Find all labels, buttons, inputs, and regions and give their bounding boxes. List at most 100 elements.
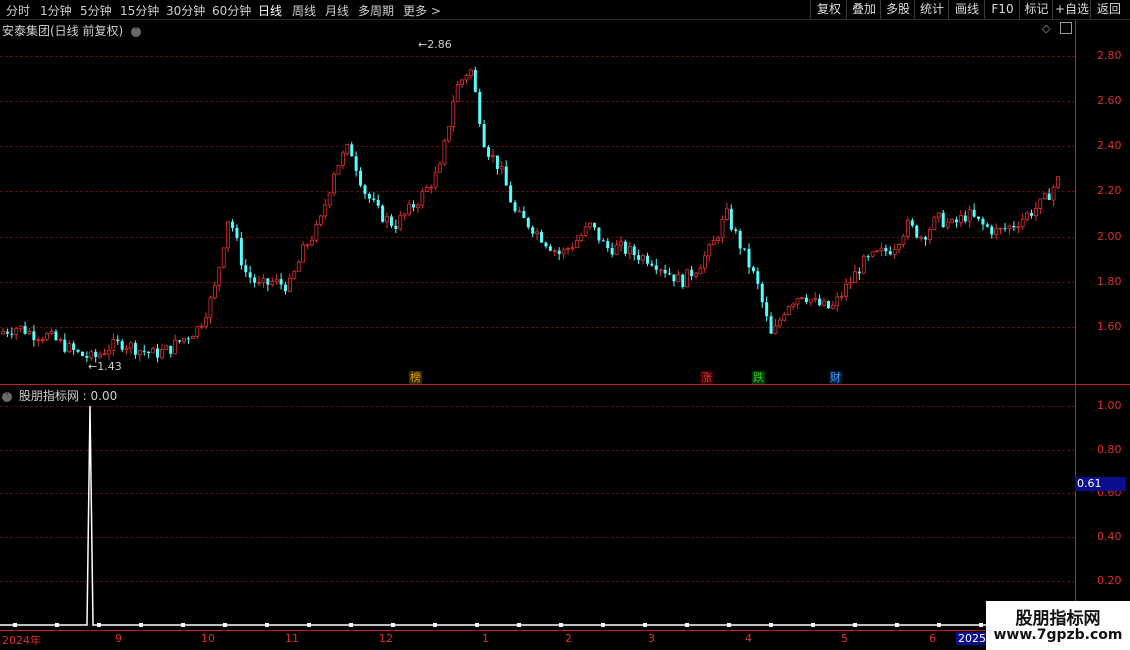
candle-body [1034, 208, 1038, 217]
marker-rank[interactable]: 榜 [409, 371, 422, 384]
candle-body [1007, 225, 1012, 230]
candle-body [588, 222, 592, 228]
candle-body [561, 249, 566, 255]
indicator-dot [349, 623, 353, 627]
mark-button[interactable]: 标记 [1019, 0, 1053, 19]
indicator-axis [1075, 385, 1130, 630]
period-tab-1min[interactable]: 1分钟 [40, 2, 72, 19]
more-menu[interactable]: 更多 > [403, 2, 441, 19]
candle-body [394, 225, 398, 229]
indicator-dot [811, 623, 815, 627]
candle-body [446, 126, 451, 142]
candle-body [526, 217, 530, 228]
candle-body [288, 277, 292, 292]
candle-body [487, 147, 491, 157]
f10-button[interactable]: F10 [984, 0, 1020, 19]
add-watchlist-button[interactable]: +自选 [1052, 0, 1091, 19]
candle-body [345, 144, 350, 154]
candle-body [786, 305, 791, 315]
candle-body [751, 267, 755, 272]
candle-body [627, 246, 632, 255]
candle-body [906, 220, 910, 237]
candle-body [645, 255, 649, 264]
candle-body [217, 266, 222, 286]
period-tab-60min[interactable]: 60分钟 [212, 2, 251, 19]
period-tab-multi[interactable]: 多周期 [358, 2, 394, 19]
candle-body [1051, 186, 1056, 201]
candle-body [499, 166, 504, 170]
candle-body [504, 166, 508, 186]
candle-body [690, 269, 694, 277]
candle-body [681, 274, 685, 287]
watermark-url: www.7gpzb.com [993, 627, 1123, 643]
indicator-tick: 0.20 [1097, 574, 1122, 587]
candle-body [420, 190, 425, 206]
marker-fall[interactable]: 跌 [752, 371, 765, 384]
candle-body [954, 219, 958, 223]
candle-body [826, 301, 830, 309]
candle-body [857, 271, 861, 274]
indicator-dot [895, 623, 899, 627]
date-label: 6 [929, 632, 936, 645]
candle-body [707, 244, 712, 257]
period-tab-monthly[interactable]: 月线 [325, 2, 349, 19]
period-tab-30min[interactable]: 30分钟 [166, 2, 205, 19]
candle-body [760, 283, 764, 303]
candle-body [296, 261, 301, 272]
candle-body [685, 269, 690, 288]
period-tab-daily[interactable]: 日线 [258, 2, 282, 19]
candle-body [160, 349, 164, 359]
candle-body [734, 229, 738, 232]
candle-body [782, 314, 787, 321]
adjust-button[interactable]: 复权 [810, 0, 847, 19]
candle-body [473, 69, 477, 92]
candle-body [186, 338, 190, 340]
candle-body [919, 236, 924, 239]
marker-finance[interactable]: 财 [829, 371, 842, 384]
candle-body [85, 356, 89, 358]
candle-body [958, 215, 963, 223]
indicator-dot [769, 623, 773, 627]
candle-body [601, 240, 605, 242]
marker-rise[interactable]: 涨 [700, 371, 713, 384]
candle-body [853, 271, 857, 283]
watermark-title: 股朋指标网 [1015, 609, 1101, 629]
price-tick: 2.60 [1097, 94, 1122, 107]
candle-body [455, 84, 460, 103]
multi-stock-button[interactable]: 多股 [880, 0, 915, 19]
price-tick: 2.20 [1097, 184, 1122, 197]
back-button[interactable]: 返回 [1090, 0, 1127, 19]
candle-body [14, 328, 19, 335]
statistics-button[interactable]: 统计 [914, 0, 949, 19]
date-label-current: 2025 [956, 632, 988, 645]
high-label: 2.86 [427, 38, 452, 51]
candle-body [63, 339, 67, 352]
indicator-dot [97, 623, 101, 627]
period-tab-weekly[interactable]: 周线 [292, 2, 316, 19]
drawing-button[interactable]: 画线 [948, 0, 985, 19]
candle-body [711, 240, 716, 246]
candle-body [977, 216, 981, 219]
candle-body [738, 231, 742, 249]
indicator-dot [391, 623, 395, 627]
period-tab-timeshare[interactable]: 分时 [6, 2, 30, 19]
candle-body [381, 205, 385, 222]
indicator-tick: 0.80 [1097, 443, 1122, 456]
date-label: 3 [648, 632, 655, 645]
candle-body [610, 247, 614, 255]
overlay-button[interactable]: 叠加 [846, 0, 881, 19]
candle-body [323, 204, 328, 217]
candle-body [800, 297, 804, 300]
candle-body [725, 208, 729, 220]
candle-body [513, 202, 517, 212]
date-label: 1 [482, 632, 489, 645]
period-tab-5min[interactable]: 5分钟 [80, 2, 112, 19]
date-label: 12 [379, 632, 393, 645]
candle-body [548, 246, 552, 251]
period-tab-15min[interactable]: 15分钟 [120, 2, 159, 19]
candle-body [557, 250, 561, 254]
candle-body [981, 218, 985, 225]
indicator-dot [181, 623, 185, 627]
candle-body [765, 302, 769, 317]
candle-body [67, 343, 72, 353]
